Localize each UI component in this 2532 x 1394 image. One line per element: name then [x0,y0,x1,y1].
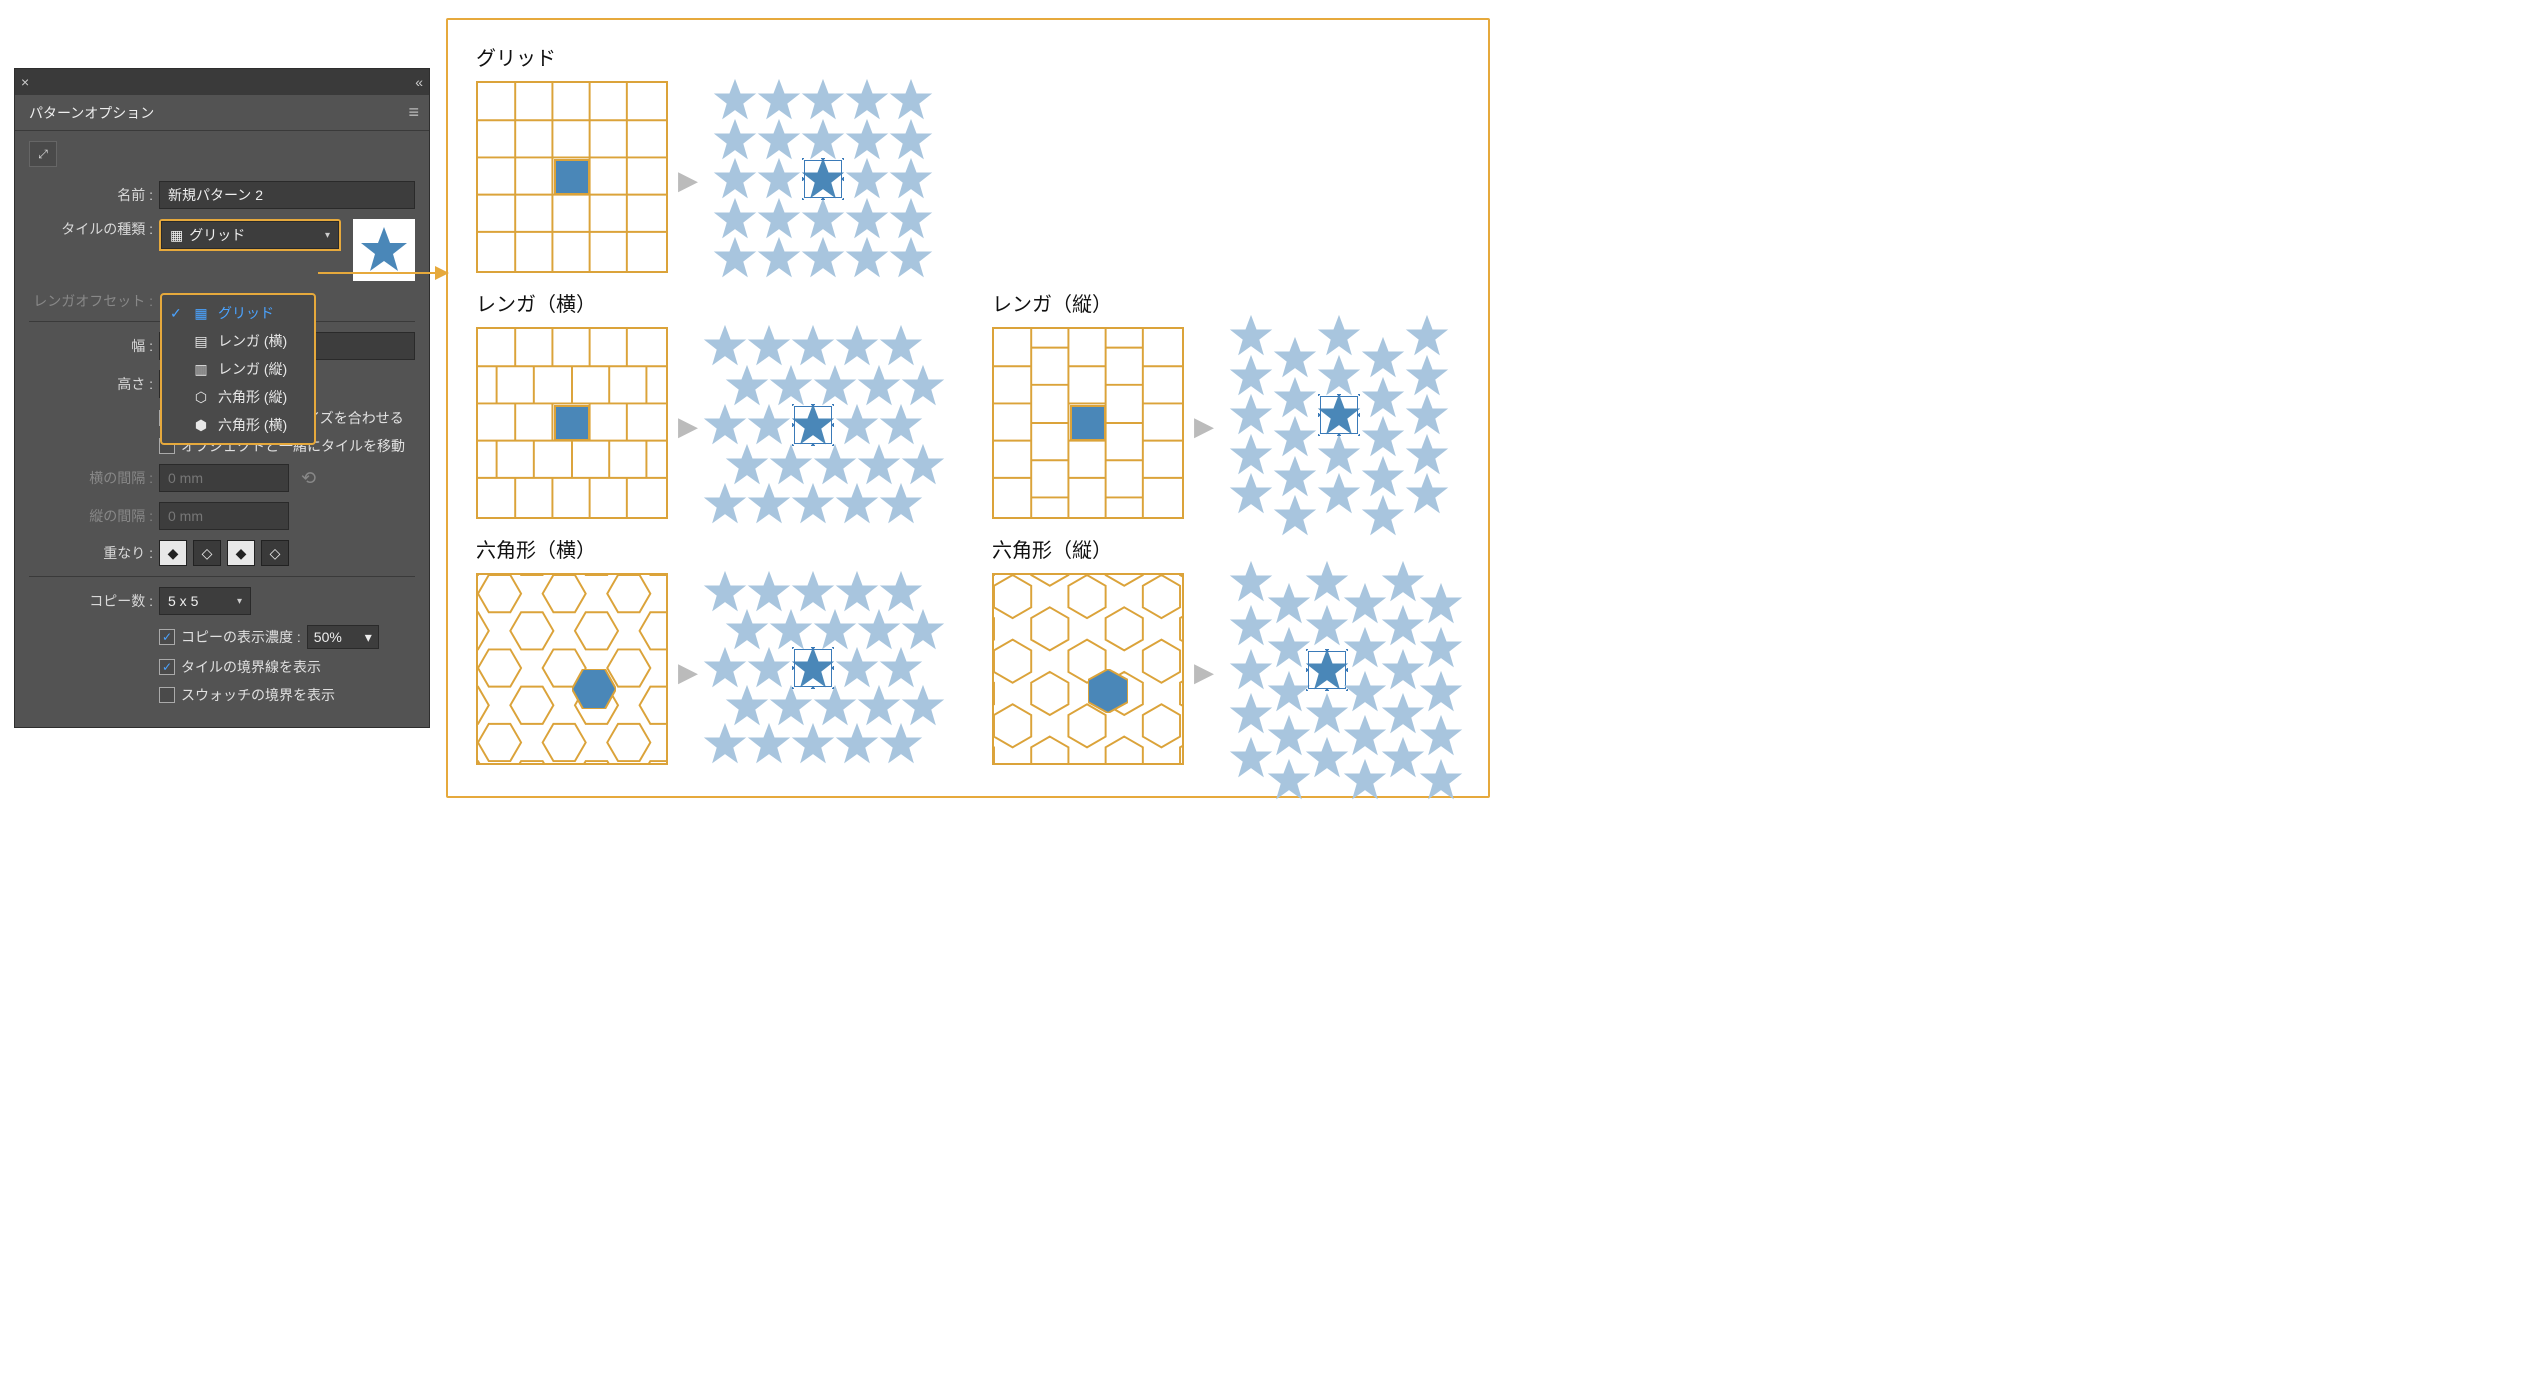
show-swatch-bounds-checkbox[interactable]: ✓ [159,687,175,703]
width-label: 幅 : [29,336,153,356]
arrow-right-icon: ▶ [1194,657,1218,681]
example-title-hex-h: 六角形（横） [476,534,942,563]
arrow-right-icon: ▶ [678,411,702,435]
name-label: 名前 : [29,185,153,205]
hex-v-icon: ⬡ [192,389,210,406]
tile-type-dropdown: ✓ ▦ グリッド ▤ レンガ (横) ▥ レンガ (縦) ⬡ 六角形 (縦) ⬢… [160,293,316,445]
tile-type-label: タイルの種類 : [29,219,153,239]
dim-copies-label: コピーの表示濃度 : [181,627,301,647]
arrow-right-icon: ▶ [678,165,702,189]
brick-h-result [712,323,942,523]
brick-offset-label: レンガオフセット : [29,291,153,311]
arrow-right-icon: ▶ [1194,411,1218,435]
arrow-right-icon: ▶ [678,657,702,681]
brick-h-diagram [476,327,668,519]
show-tile-edge-label: タイルの境界線を表示 [181,657,321,677]
hex-v-diagram [992,573,1184,765]
copies-select[interactable]: 5 x 5 ▾ [159,587,251,615]
example-title-grid: グリッド [476,42,942,71]
hex-h-icon: ⬢ [192,417,210,434]
dropdown-item-hex-v[interactable]: ⬡ 六角形 (縦) [162,383,314,411]
dropdown-item-brick-v[interactable]: ▥ レンガ (縦) [162,355,314,383]
h-spacing-input[interactable]: 0 mm [159,464,289,492]
example-title-brick-h: レンガ（横） [476,288,942,317]
tile-type-examples: グリッド ▶ レンガ（横） [446,18,1490,798]
example-title-brick-v: レンガ（縦） [992,288,1458,317]
dropdown-item-brick-h[interactable]: ▤ レンガ (横) [162,327,314,355]
dropdown-item-grid[interactable]: ✓ ▦ グリッド [162,299,314,327]
dim-copies-percent-select[interactable]: 50%▾ [307,625,379,649]
dropdown-item-label: 六角形 (横) [218,415,287,435]
overlap-left-front-button[interactable]: ◆ [159,540,187,566]
dropdown-item-label: レンガ (横) [218,331,287,351]
grid-diagram [476,81,668,273]
dropdown-item-label: レンガ (縦) [218,359,287,379]
chevron-down-icon: ▾ [365,629,372,646]
dropdown-item-label: グリッド [218,303,274,323]
overlap-top-front-button[interactable]: ◆ [227,540,255,566]
panel-menu-icon[interactable]: ≡ [398,102,429,123]
tab-pattern-options[interactable]: パターンオプション [15,95,168,130]
tile-type-select[interactable]: ▦ グリッド ▾ [161,221,339,249]
hex-h-diagram [476,573,668,765]
dropdown-item-hex-h[interactable]: ⬢ 六角形 (横) [162,411,314,439]
hex-h-result [712,569,942,769]
check-icon: ✓ [170,305,184,322]
grid-icon: ▦ [192,305,210,322]
brick-v-result [1228,323,1458,523]
link-icon[interactable]: ⟲ [301,468,316,489]
overlap-right-front-button[interactable]: ◇ [193,540,221,566]
h-spacing-label: 横の間隔 : [29,468,153,488]
v-spacing-input[interactable]: 0 mm [159,502,289,530]
grid-result [712,77,942,277]
panel-tab-bar: パターンオプション ≡ [15,95,429,131]
grid-icon: ▦ [170,227,183,244]
overlap-bottom-front-button[interactable]: ◇ [261,540,289,566]
brick-v-icon: ▥ [192,361,210,378]
copies-label: コピー数 : [29,591,153,611]
overlap-label: 重なり : [29,543,153,563]
dropdown-item-label: 六角形 (縦) [218,387,287,407]
height-label: 高さ : [29,374,153,394]
chevron-down-icon: ▾ [325,230,330,241]
show-tile-edge-checkbox[interactable]: ✓ [159,659,175,675]
chevron-down-icon: ▾ [237,596,242,607]
v-spacing-label: 縦の間隔 : [29,506,153,526]
hex-v-result [1228,569,1458,769]
brick-h-icon: ▤ [192,333,210,350]
collapse-icon[interactable]: « [415,74,423,90]
panel-titlebar[interactable]: × « [15,69,429,95]
tile-edit-tool-button[interactable]: ⤢ [29,141,57,167]
brick-v-diagram [992,327,1184,519]
close-icon[interactable]: × [21,74,29,90]
name-input[interactable]: 新規パターン 2 [159,181,415,209]
callout-arrow [318,272,448,274]
show-swatch-bounds-label: スウォッチの境界を表示 [181,685,335,705]
dim-copies-checkbox[interactable]: ✓ [159,629,175,645]
